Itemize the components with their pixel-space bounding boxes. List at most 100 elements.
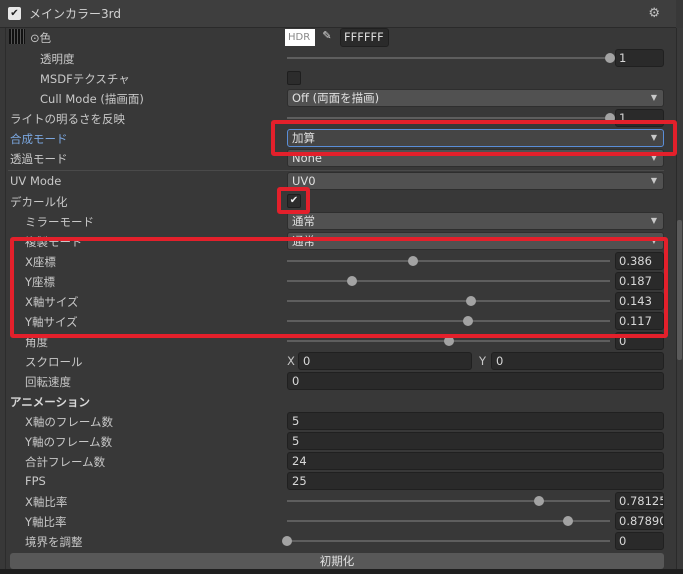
blend-label: 合成モード [10, 132, 68, 146]
row-framesy: Y軸のフレーム数 5 [0, 431, 676, 451]
scrollbar-thumb[interactable] [677, 220, 682, 360]
chevron-down-icon: ▼ [650, 216, 657, 225]
light-slider-thumb[interactable] [605, 113, 615, 123]
cull-dropdown[interactable]: Off (両面を描画) ▼ [287, 89, 664, 107]
sizex-value-field[interactable]: 0.143 [615, 292, 664, 310]
border-slider-thumb[interactable] [282, 536, 292, 546]
msdf-checkbox[interactable] [287, 71, 301, 85]
decal-checkbox[interactable]: ✔ [287, 194, 301, 208]
chevron-down-icon: ▼ [650, 133, 657, 142]
row-ratiox: X軸比率 0.78125 [0, 491, 676, 511]
angle-slider-thumb[interactable] [443, 336, 454, 346]
section-title: メインカラー3rd [29, 7, 121, 21]
transparent-label: 透過モード [10, 152, 68, 166]
ratiox-slider[interactable] [287, 500, 610, 502]
border-value-field[interactable]: 0 [615, 532, 664, 550]
gear-icon[interactable]: ⚙ [648, 6, 660, 21]
row-framesx: X軸のフレーム数 5 [0, 411, 676, 431]
copy-dropdown-value: 通常 [292, 234, 315, 248]
ratiox-slider-thumb[interactable] [533, 496, 544, 506]
border-slider[interactable] [287, 540, 610, 542]
angle-value-field[interactable]: 0 [615, 332, 664, 350]
scroll-x-label: X [287, 354, 295, 368]
copy-dropdown[interactable]: 通常 ▼ [287, 232, 664, 250]
ratioy-slider[interactable] [287, 520, 610, 522]
color-hex-field[interactable]: FFFFFF [340, 28, 389, 47]
opacity-value-field[interactable]: 1 [615, 49, 664, 67]
row-light: ライトの明るさを反映 1 [0, 108, 676, 128]
opacity-slider[interactable] [287, 57, 610, 59]
reset-button[interactable]: 初期化 [10, 553, 664, 569]
chevron-down-icon: ▼ [650, 176, 657, 185]
cull-label: Cull Mode (描画面) [40, 92, 144, 106]
row-copy: 複製モード 通常 ▼ [0, 231, 676, 251]
sizex-slider-thumb[interactable] [466, 296, 477, 306]
ratiox-value-field[interactable]: 0.78125 [615, 492, 664, 510]
scroll-y-label: Y [479, 354, 487, 368]
uv-dropdown-value: UV0 [292, 174, 316, 188]
color-label: ⊙色 [30, 31, 52, 45]
framesy-field[interactable]: 5 [287, 432, 664, 450]
scroll-y-field[interactable]: 0 [491, 352, 664, 370]
ratioy-label: Y軸比率 [25, 515, 67, 529]
sizey-slider[interactable] [287, 320, 610, 322]
posy-value-field[interactable]: 0.187 [615, 272, 664, 290]
transparent-dropdown[interactable]: None ▼ [287, 149, 664, 167]
row-cull: Cull Mode (描画面) Off (両面を描画) ▼ [0, 88, 676, 108]
frames-field[interactable]: 24 [287, 452, 664, 470]
chevron-down-icon: ▼ [650, 153, 657, 162]
texture-swatch[interactable] [9, 29, 25, 44]
opacity-slider-thumb[interactable] [605, 53, 615, 63]
row-transparent: 透過モード None ▼ [0, 148, 676, 168]
posx-slider-thumb[interactable] [407, 256, 418, 266]
sizey-value-field[interactable]: 0.117 [615, 312, 664, 330]
divider [8, 170, 664, 171]
row-ratioy: Y軸比率 0.87890 [0, 511, 676, 531]
row-opacity: 透明度 1 [0, 48, 676, 68]
fps-field[interactable]: 25 [287, 472, 664, 490]
mirror-dropdown[interactable]: 通常 ▼ [287, 212, 664, 230]
light-label: ライトの明るさを反映 [10, 112, 125, 126]
border-label: 境界を調整 [25, 535, 83, 549]
eyedropper-icon[interactable]: ✎ [318, 29, 336, 46]
framesy-label: Y軸のフレーム数 [25, 435, 113, 449]
row-rotspeed: 回転速度 0 [0, 371, 676, 391]
sizey-slider-thumb[interactable] [462, 316, 473, 326]
opacity-label: 透明度 [40, 52, 75, 66]
chevron-down-icon: ▼ [650, 236, 657, 245]
light-value-field[interactable]: 1 [615, 109, 664, 127]
rotspeed-label: 回転速度 [25, 375, 71, 389]
angle-label: 角度 [25, 335, 48, 349]
light-slider[interactable] [287, 117, 610, 119]
msdf-label: MSDFテクスチャ [40, 72, 130, 86]
posx-slider[interactable] [287, 260, 610, 262]
ratioy-slider-thumb[interactable] [563, 516, 573, 526]
scroll-label: スクロール [25, 355, 83, 369]
chevron-down-icon: ▼ [650, 93, 657, 102]
framesx-field[interactable]: 5 [287, 412, 664, 430]
rotspeed-field[interactable]: 0 [287, 372, 664, 390]
sizex-slider[interactable] [287, 300, 610, 302]
posx-value-field[interactable]: 0.386 [615, 252, 664, 270]
mirror-dropdown-value: 通常 [292, 214, 315, 228]
section-enable-checkbox[interactable]: ✔ [8, 7, 21, 20]
row-posx: X座標 0.386 [0, 251, 676, 271]
cull-dropdown-value: Off (両面を描画) [292, 91, 380, 105]
row-uv: UV Mode UV0 ▼ [0, 171, 676, 191]
ratioy-value-field[interactable]: 0.87890 [615, 512, 664, 530]
row-scroll: スクロール X 0 Y 0 [0, 351, 676, 371]
frames-label: 合計フレーム数 [25, 455, 106, 469]
posy-label: Y座標 [25, 275, 56, 289]
row-mirror: ミラーモード 通常 ▼ [0, 211, 676, 231]
transparent-dropdown-value: None [292, 151, 323, 165]
mirror-label: ミラーモード [25, 215, 94, 229]
row-sizey: Y軸サイズ 0.117 [0, 311, 676, 331]
color-hdr-swatch[interactable]: HDR [285, 29, 315, 46]
posy-slider[interactable] [287, 280, 610, 282]
posy-slider-thumb[interactable] [346, 276, 357, 286]
uv-dropdown[interactable]: UV0 ▼ [287, 172, 664, 190]
row-fps: FPS 25 [0, 471, 676, 491]
blend-dropdown[interactable]: 加算 ▼ [287, 129, 664, 147]
row-msdf: MSDFテクスチャ [0, 68, 676, 88]
scroll-x-field[interactable]: 0 [298, 352, 472, 370]
